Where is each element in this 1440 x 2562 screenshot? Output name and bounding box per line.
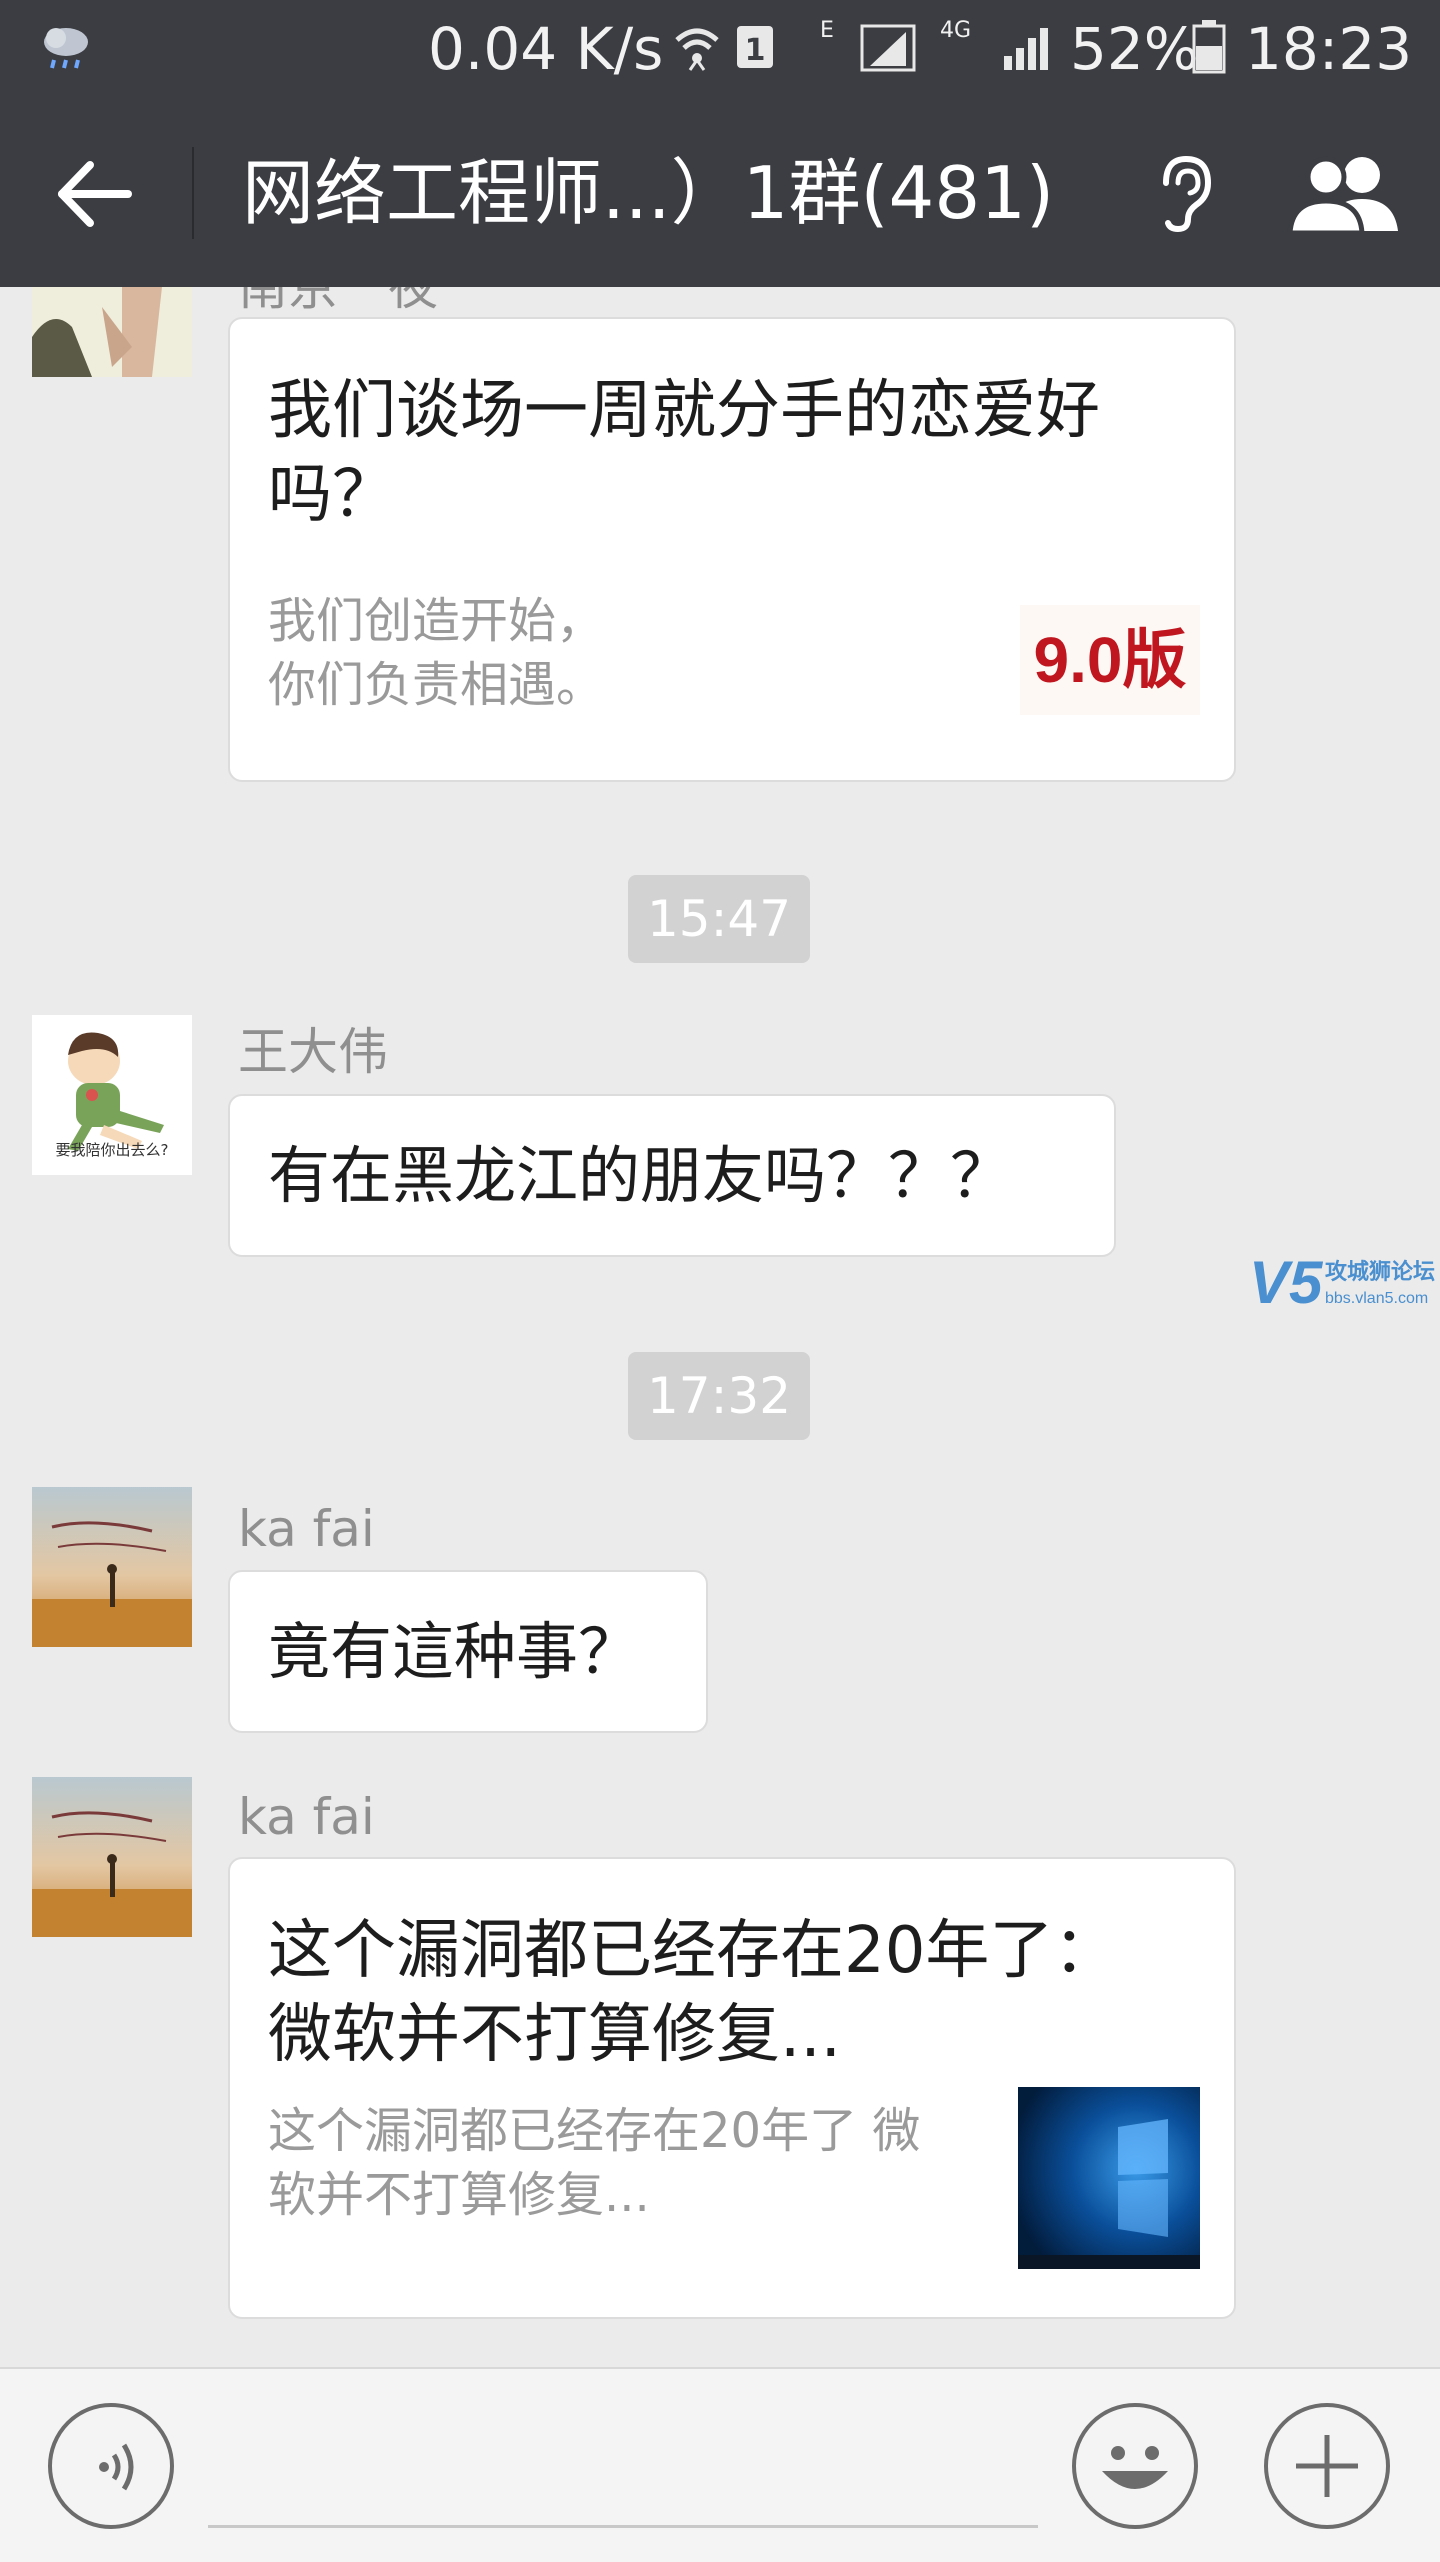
svg-text:bbs.vlan5.com: bbs.vlan5.com bbox=[1325, 1290, 1428, 1307]
v5-logo-icon: V5 攻城狮论坛 bbs.vlan5.com bbox=[1249, 1249, 1435, 1316]
sender-name: ka fai bbox=[238, 1500, 375, 1558]
link-description: 我们创造开始， 你们负责相遇。 bbox=[268, 593, 605, 713]
chat-header: 网络工程师...）1群(481) bbox=[0, 95, 1440, 287]
wifi-icon bbox=[675, 28, 719, 71]
voice-icon bbox=[99, 2443, 134, 2491]
sim-icon: 1 bbox=[737, 26, 773, 68]
avatar-ka-fai[interactable] bbox=[32, 1487, 192, 1647]
svg-text:1: 1 bbox=[745, 33, 766, 68]
windows-thumbnail-icon bbox=[1018, 2087, 1200, 2269]
sunset-field-avatar-icon bbox=[32, 1777, 192, 1937]
message-list[interactable]: 南京一夜 我们谈场一周就分手的恋爱好 吗？ 我们创造开始， 你们负责相遇。 9.… bbox=[0, 287, 1440, 2367]
avatar-wang-dawei[interactable]: 要我陪你出去么? bbox=[32, 1015, 192, 1175]
battery-percent: 52% bbox=[1070, 15, 1199, 83]
link-card[interactable]: 这个漏洞都已经存在20年了： 微软并不打算修复... 这个漏洞都已经存在20年了… bbox=[228, 1857, 1236, 2319]
svg-text:V5: V5 bbox=[1249, 1249, 1324, 1316]
sunset-field-avatar-icon bbox=[32, 1487, 192, 1647]
weather-rain-icon bbox=[44, 28, 88, 69]
timestamp: 15:47 bbox=[628, 875, 810, 963]
network-e-label: E bbox=[820, 18, 834, 43]
group-title: 网络工程师...）1群(481) bbox=[242, 151, 1055, 235]
avatar-nanjing[interactable] bbox=[32, 287, 192, 377]
forum-watermark: V5 攻城狮论坛 bbs.vlan5.com bbox=[1245, 1247, 1440, 1317]
emoji-button[interactable] bbox=[1072, 2403, 1198, 2529]
message-text: 竟有這种事？ bbox=[268, 1615, 641, 1688]
avatar-ka-fai[interactable] bbox=[32, 1777, 192, 1937]
message-bubble[interactable]: 竟有這种事？ bbox=[228, 1570, 708, 1733]
ear-icon[interactable] bbox=[1148, 153, 1218, 233]
sender-name: 王大伟 bbox=[238, 1023, 388, 1081]
link-title: 这个漏洞都已经存在20年了： 微软并不打算修复... bbox=[268, 1914, 1118, 2072]
link-card[interactable]: 我们谈场一周就分手的恋爱好 吗？ 我们创造开始， 你们负责相遇。 9.0版 bbox=[228, 317, 1236, 782]
header-divider bbox=[192, 147, 194, 239]
timestamp: 17:32 bbox=[628, 1352, 810, 1440]
avatar-illustration-icon bbox=[32, 287, 192, 377]
message-bubble[interactable]: 有在黑龙江的朋友吗？？？ bbox=[228, 1094, 1116, 1257]
avatar-caption: 要我陪你出去么? bbox=[55, 1141, 169, 1159]
sender-name: 南京一夜 bbox=[238, 287, 438, 316]
sender-name: ka fai bbox=[238, 1788, 375, 1846]
link-thumbnail: 9.0版 bbox=[1020, 605, 1200, 715]
link-description: 这个漏洞都已经存在20年了 微 软并不打算修复... bbox=[268, 2103, 921, 2223]
plus-icon bbox=[1296, 2435, 1358, 2497]
group-members-icon[interactable] bbox=[1286, 153, 1402, 233]
signal-4g-icon bbox=[1004, 28, 1048, 70]
voice-input-button[interactable] bbox=[48, 2403, 174, 2529]
svg-text:攻城狮论坛: 攻城狮论坛 bbox=[1325, 1259, 1435, 1285]
message-input[interactable] bbox=[208, 2409, 1038, 2528]
message-text: 有在黑龙江的朋友吗？？？ bbox=[268, 1139, 1013, 1212]
network-speed: 0.04 K/s bbox=[428, 15, 664, 83]
clock: 18:23 bbox=[1245, 15, 1413, 83]
emoji-icon bbox=[1102, 2446, 1168, 2489]
link-title: 我们谈场一周就分手的恋爱好 吗？ bbox=[268, 374, 1100, 532]
back-arrow-icon[interactable] bbox=[50, 149, 140, 239]
battery-icon bbox=[1192, 20, 1226, 74]
signal-icon bbox=[860, 24, 916, 72]
status-bar: 0.04 K/s 1 E 4G 52% 18:23 bbox=[0, 0, 1440, 95]
more-button[interactable] bbox=[1264, 2403, 1390, 2529]
input-bar bbox=[0, 2367, 1440, 2562]
network-4g-label: 4G bbox=[940, 18, 972, 43]
